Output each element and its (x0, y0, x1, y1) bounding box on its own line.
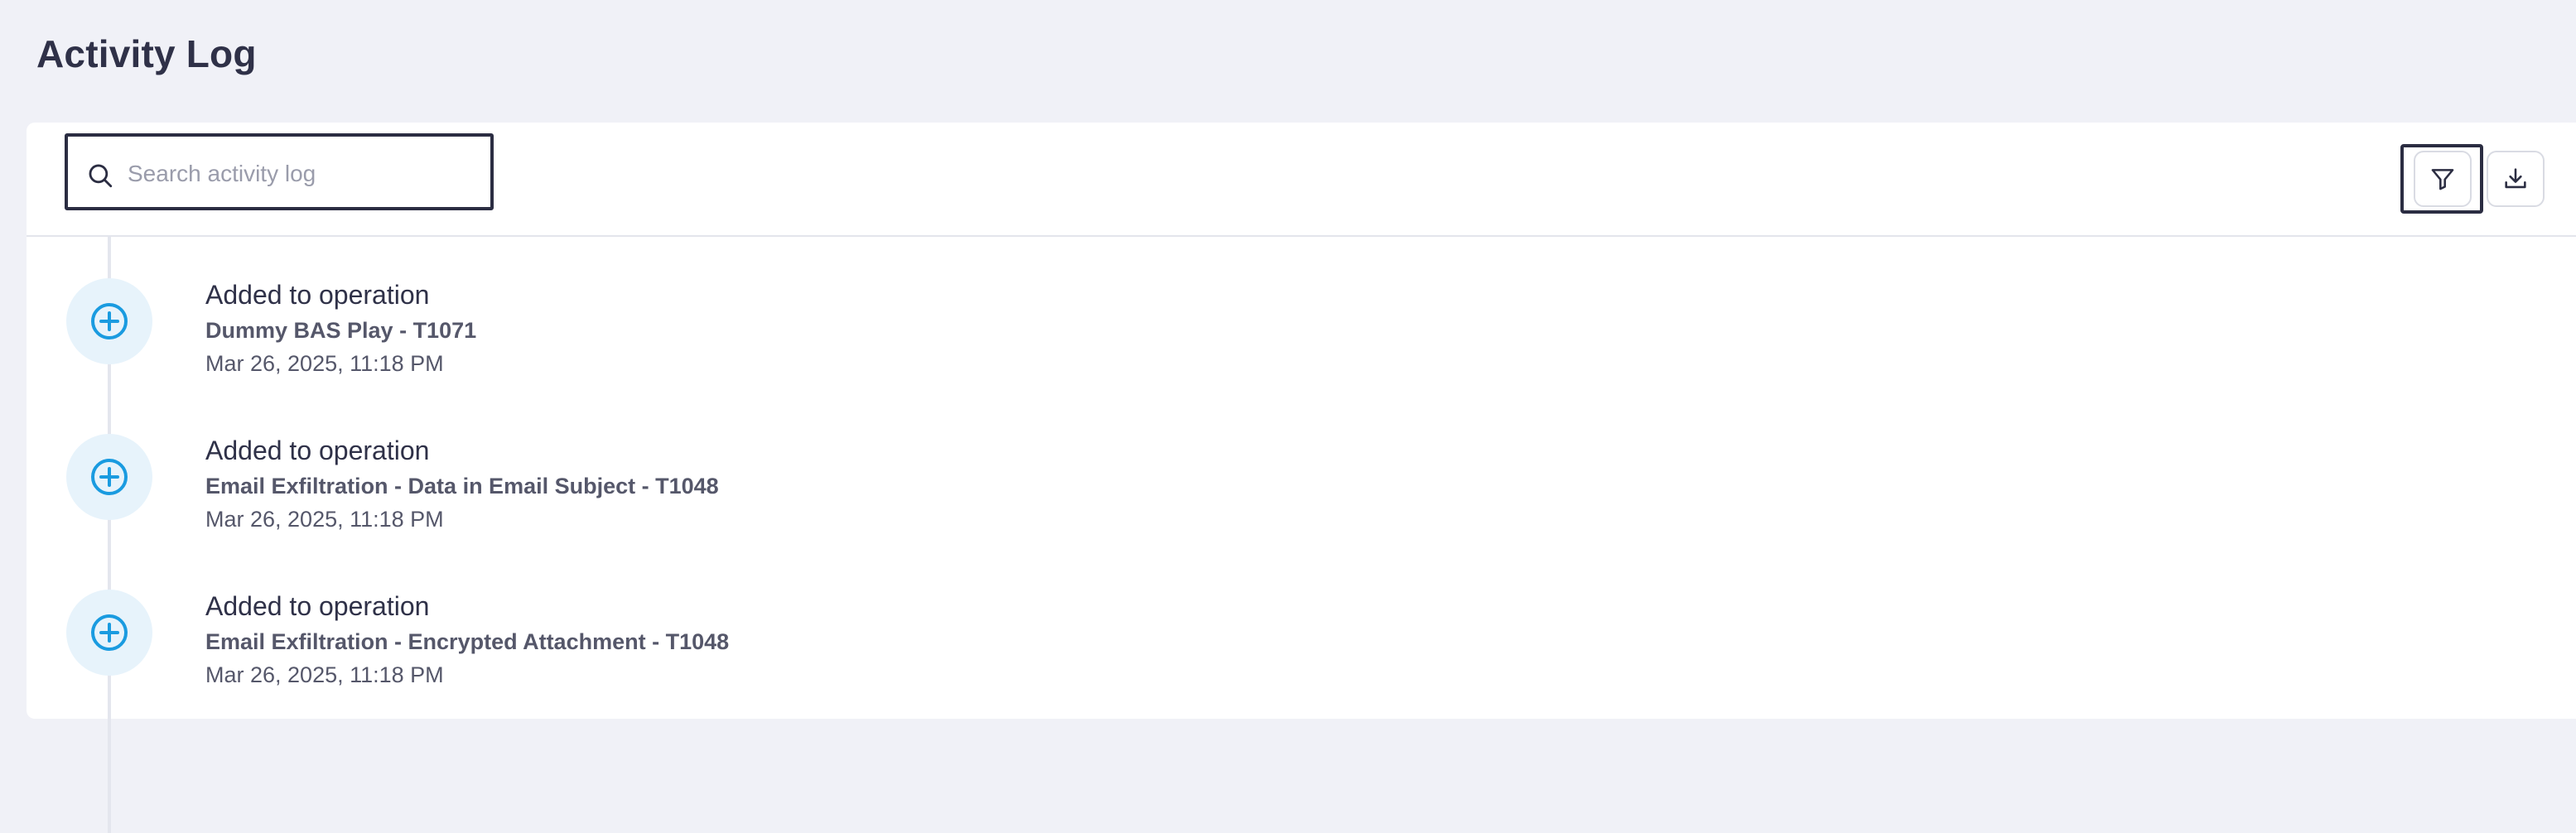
entry-icon-badge (66, 278, 152, 364)
toolbar (27, 123, 2576, 237)
plus-circle-icon (91, 614, 128, 651)
download-button[interactable] (2487, 151, 2545, 207)
activity-entry: Added to operation Dummy BAS Play - T107… (27, 237, 2576, 392)
entry-title: Added to operation (205, 436, 430, 465)
filter-button[interactable] (2414, 151, 2472, 207)
entry-title: Added to operation (205, 280, 430, 310)
entry-title: Added to operation (205, 591, 430, 621)
entry-timestamp: Mar 26, 2025, 11:18 PM (205, 507, 444, 532)
activity-entry: Added to operation Email Exfiltration - … (27, 548, 2576, 704)
plus-circle-icon (91, 459, 128, 495)
entry-timestamp: Mar 26, 2025, 11:18 PM (205, 351, 444, 376)
activity-entry: Added to operation Email Exfiltration - … (27, 392, 2576, 548)
page-title: Activity Log (36, 32, 257, 75)
search-icon (89, 164, 113, 188)
entry-timestamp: Mar 26, 2025, 11:18 PM (205, 662, 444, 687)
entry-subtitle: Email Exfiltration - Encrypted Attachmen… (205, 629, 730, 654)
search-input[interactable] (128, 155, 475, 193)
entry-subtitle: Dummy BAS Play - T1071 (205, 318, 477, 343)
search-box[interactable] (65, 133, 494, 210)
filter-icon (2431, 169, 2454, 190)
download-icon (2505, 168, 2526, 189)
entry-icon-badge (66, 434, 152, 520)
entry-subtitle: Email Exfiltration - Data in Email Subje… (205, 474, 719, 498)
activity-log-card: Added to operation Dummy BAS Play - T107… (27, 123, 2576, 833)
plus-circle-icon (91, 303, 128, 339)
entry-icon-badge (66, 590, 152, 676)
